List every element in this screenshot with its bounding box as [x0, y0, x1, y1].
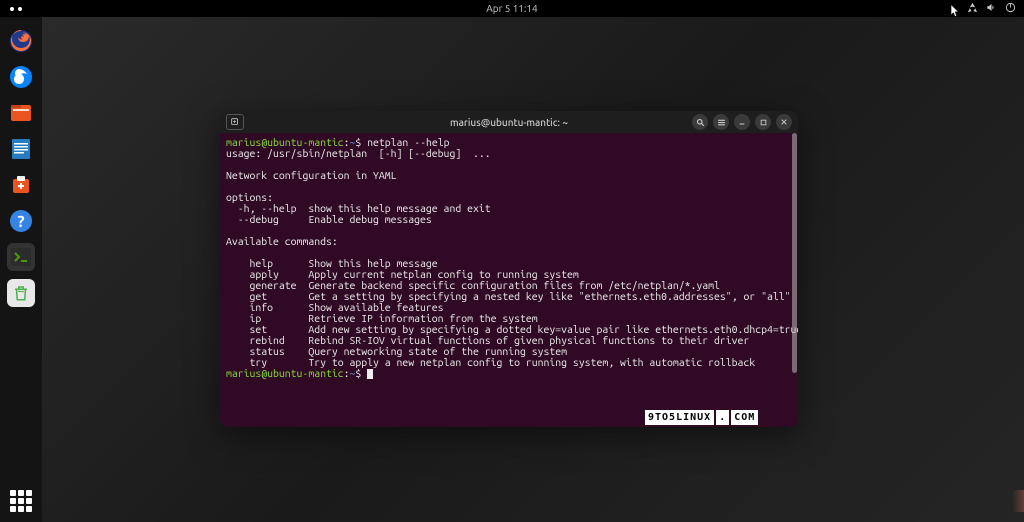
activities-indicator[interactable]	[10, 7, 22, 11]
dock-software[interactable]	[7, 171, 35, 199]
right-edge-indicator	[1012, 490, 1024, 512]
dock-firefox[interactable]	[7, 27, 35, 55]
network-icon[interactable]	[967, 2, 978, 15]
svg-text:?: ?	[17, 213, 24, 231]
dock-trash[interactable]	[7, 279, 35, 307]
terminal-window: marius@ubuntu-mantic: ~ marius@u	[220, 111, 798, 427]
dock-thunderbird[interactable]	[7, 63, 35, 91]
desktop: marius@ubuntu-mantic: ~ marius@u	[42, 17, 1024, 522]
menu-button[interactable]	[713, 114, 729, 130]
dock-files[interactable]	[7, 99, 35, 127]
terminal-title: marius@ubuntu-mantic: ~	[450, 117, 568, 128]
scrollbar[interactable]	[792, 133, 797, 426]
top-panel: Apr 5 11:14	[0, 0, 1024, 17]
new-tab-button[interactable]	[226, 114, 244, 130]
search-button[interactable]	[692, 114, 708, 130]
minimize-button[interactable]	[734, 114, 750, 130]
dock-libreoffice[interactable]	[7, 135, 35, 163]
command-output: usage: /usr/sbin/netplan [-h] [--debug] …	[226, 147, 798, 368]
volume-icon[interactable]	[986, 2, 997, 15]
clock[interactable]: Apr 5 11:14	[486, 3, 537, 14]
show-apps-button[interactable]	[10, 490, 32, 512]
terminal-content[interactable]: marius@ubuntu-mantic:~$ netplan --help u…	[220, 133, 798, 383]
power-icon[interactable]	[1005, 2, 1016, 15]
dock: ?	[0, 17, 42, 522]
dock-terminal[interactable]	[7, 243, 35, 271]
scrollbar-thumb[interactable]	[792, 133, 797, 373]
terminal-titlebar[interactable]: marius@ubuntu-mantic: ~	[220, 111, 798, 133]
maximize-button[interactable]	[755, 114, 771, 130]
close-button[interactable]	[776, 114, 792, 130]
terminal-cursor	[367, 369, 373, 379]
dock-help[interactable]: ?	[7, 207, 35, 235]
watermark: 9TO5LINUX . COM	[645, 410, 758, 425]
